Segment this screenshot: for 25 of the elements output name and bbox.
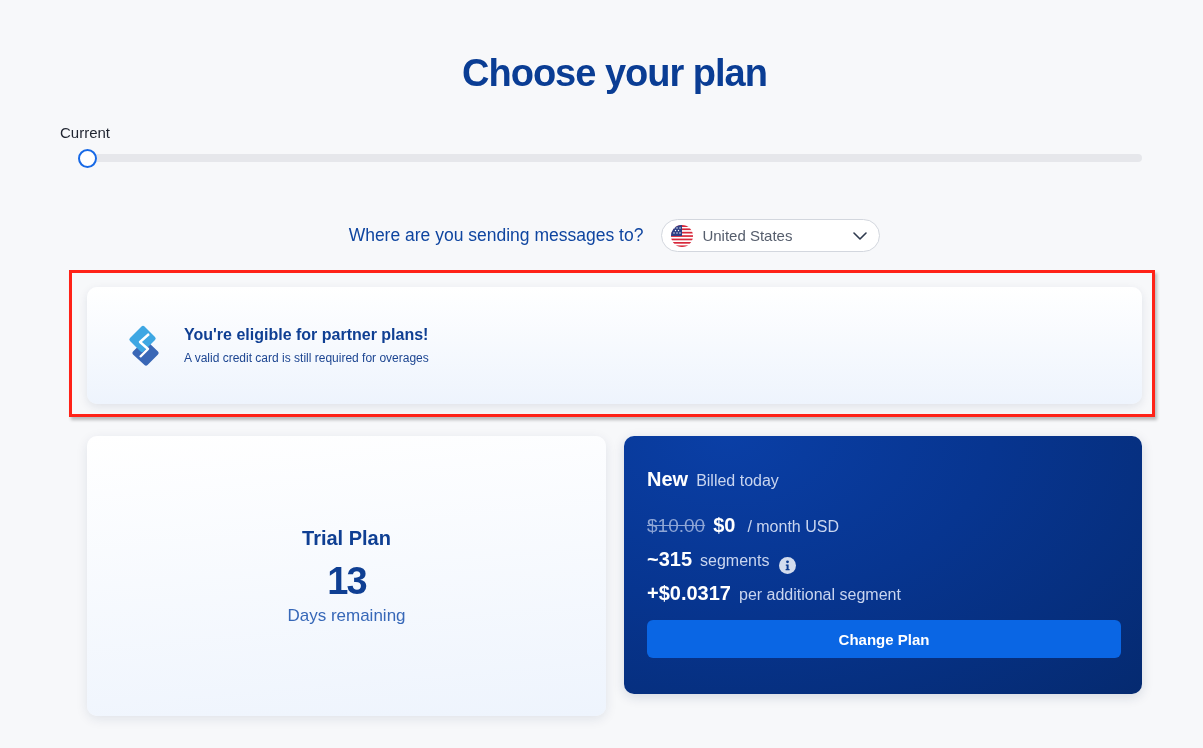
segments-count: ~315 — [647, 548, 693, 571]
question-text: Where are you sending messages to? — [348, 225, 644, 246]
banner-title: You're eligible for partner plans! — [184, 325, 429, 345]
overage-price: +$0.0317 — [647, 582, 731, 605]
info-icon — [779, 556, 797, 574]
country-dropdown[interactable]: United States — [661, 219, 881, 252]
new-label: New — [647, 468, 689, 491]
price-unit: / month USD — [747, 518, 839, 536]
slider-label: Current — [60, 124, 111, 142]
flag-icon — [671, 224, 694, 247]
page-title: Choose your plan — [462, 51, 767, 95]
slider-handle[interactable] — [78, 148, 97, 168]
billing-note: Billed today — [696, 472, 779, 490]
chevron-down-icon — [853, 231, 868, 240]
interlocking-logo-icon — [127, 323, 161, 368]
old-price: $10.00 — [647, 515, 706, 537]
days-count: 13 — [327, 558, 366, 603]
segments-label: segments — [700, 552, 770, 570]
slider-track[interactable] — [97, 154, 1142, 162]
days-caption: Days remaining — [287, 604, 406, 627]
overage-label: per additional segment — [739, 586, 901, 604]
change-plan-button[interactable]: Change Plan — [647, 620, 1121, 658]
plan-name: Trial Plan — [302, 525, 391, 550]
new-price: $0 — [713, 514, 736, 537]
banner-subtitle: A valid credit card is still required for overages — [184, 350, 429, 366]
